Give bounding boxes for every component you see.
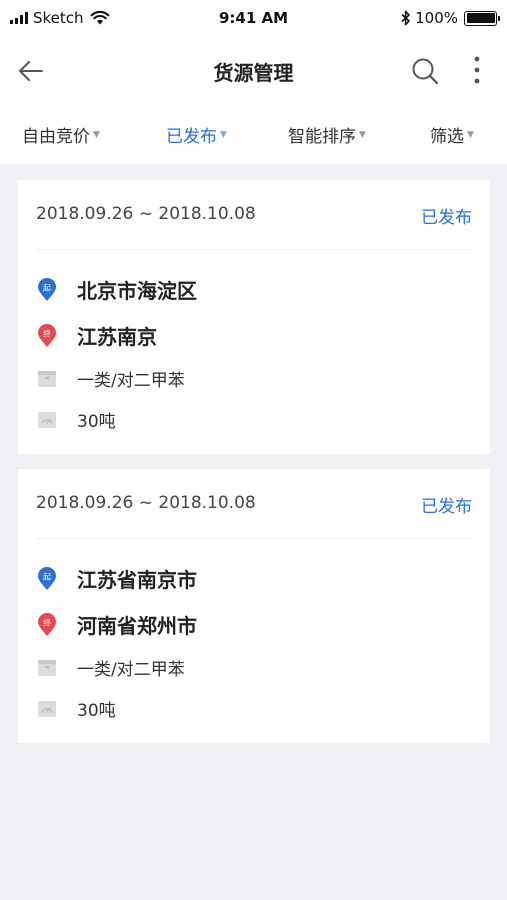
destination-city: 河南省郑州市 (77, 614, 197, 638)
cargo-type: 一类/对二甲苯 (77, 371, 185, 391)
filter-bar: 自由竞价 ▼ 已发布 ▼ 智能排序 ▼ 筛选 ▼ (0, 102, 507, 164)
box-icon (36, 657, 58, 679)
search-icon[interactable] (410, 56, 440, 86)
origin-city: 江苏省南京市 (77, 568, 197, 592)
caret-down-icon: ▼ (359, 129, 366, 140)
origin-city: 北京市海淀区 (77, 279, 197, 303)
caret-down-icon: ▼ (220, 129, 227, 140)
more-vertical-icon[interactable] (465, 54, 489, 86)
filter-label: 自由竞价 (22, 127, 90, 147)
cargo-card[interactable]: 2018.09.26 ~ 2018.10.08 已发布 起 北京市海淀区 终 江… (18, 180, 490, 454)
svg-text:起: 起 (43, 283, 51, 292)
card-header: 2018.09.26 ~ 2018.10.08 已发布 (36, 180, 472, 250)
filter-smart-sort[interactable]: 智能排序 ▼ (288, 122, 366, 147)
filter-free-bidding[interactable]: 自由竞价 ▼ (22, 122, 100, 147)
cargo-card[interactable]: 2018.09.26 ~ 2018.10.08 已发布 起 江苏省南京市 终 河… (18, 469, 490, 743)
destination-pin-icon: 终 (36, 612, 58, 636)
battery-icon (464, 10, 500, 26)
filter-published[interactable]: 已发布 ▼ (166, 122, 227, 147)
date-range: 2018.09.26 ~ 2018.10.08 (36, 493, 256, 513)
scale-icon (36, 698, 58, 720)
status-badge: 已发布 (421, 208, 472, 228)
destination-pin-icon: 终 (36, 323, 58, 347)
status-badge: 已发布 (421, 497, 472, 517)
origin-row: 起 北京市海淀区 (36, 275, 197, 304)
weight-row: 30吨 (36, 696, 116, 721)
svg-text:终: 终 (43, 328, 51, 338)
box-icon (36, 368, 58, 390)
battery-percent: 100% (415, 9, 458, 27)
nav-bar: 货源管理 (0, 38, 507, 102)
destination-row: 终 河南省郑州市 (36, 610, 197, 639)
caret-down-icon: ▼ (93, 129, 100, 140)
card-header: 2018.09.26 ~ 2018.10.08 已发布 (36, 469, 472, 539)
cargo-weight: 30吨 (77, 412, 116, 432)
filter-screen[interactable]: 筛选 ▼ (430, 122, 474, 147)
caret-down-icon: ▼ (467, 129, 474, 140)
cargo-weight: 30吨 (77, 701, 116, 721)
filter-label: 已发布 (166, 127, 217, 147)
origin-pin-icon: 起 (36, 566, 58, 590)
svg-text:终: 终 (43, 617, 51, 627)
status-bar: Sketch 9:41 AM 100% (0, 0, 507, 38)
date-range: 2018.09.26 ~ 2018.10.08 (36, 204, 256, 224)
origin-pin-icon: 起 (36, 277, 58, 301)
svg-text:起: 起 (43, 572, 51, 581)
cargo-row: 一类/对二甲苯 (36, 655, 185, 680)
cargo-row: 一类/对二甲苯 (36, 366, 185, 391)
destination-row: 终 江苏南京 (36, 321, 157, 350)
cargo-type: 一类/对二甲苯 (77, 660, 185, 680)
filter-label: 筛选 (430, 127, 464, 147)
weight-row: 30吨 (36, 407, 116, 432)
filter-label: 智能排序 (288, 127, 356, 147)
origin-row: 起 江苏省南京市 (36, 564, 197, 593)
scale-icon (36, 409, 58, 431)
status-right: 100% (401, 9, 500, 27)
bluetooth-icon (401, 10, 410, 26)
destination-city: 江苏南京 (77, 325, 157, 349)
